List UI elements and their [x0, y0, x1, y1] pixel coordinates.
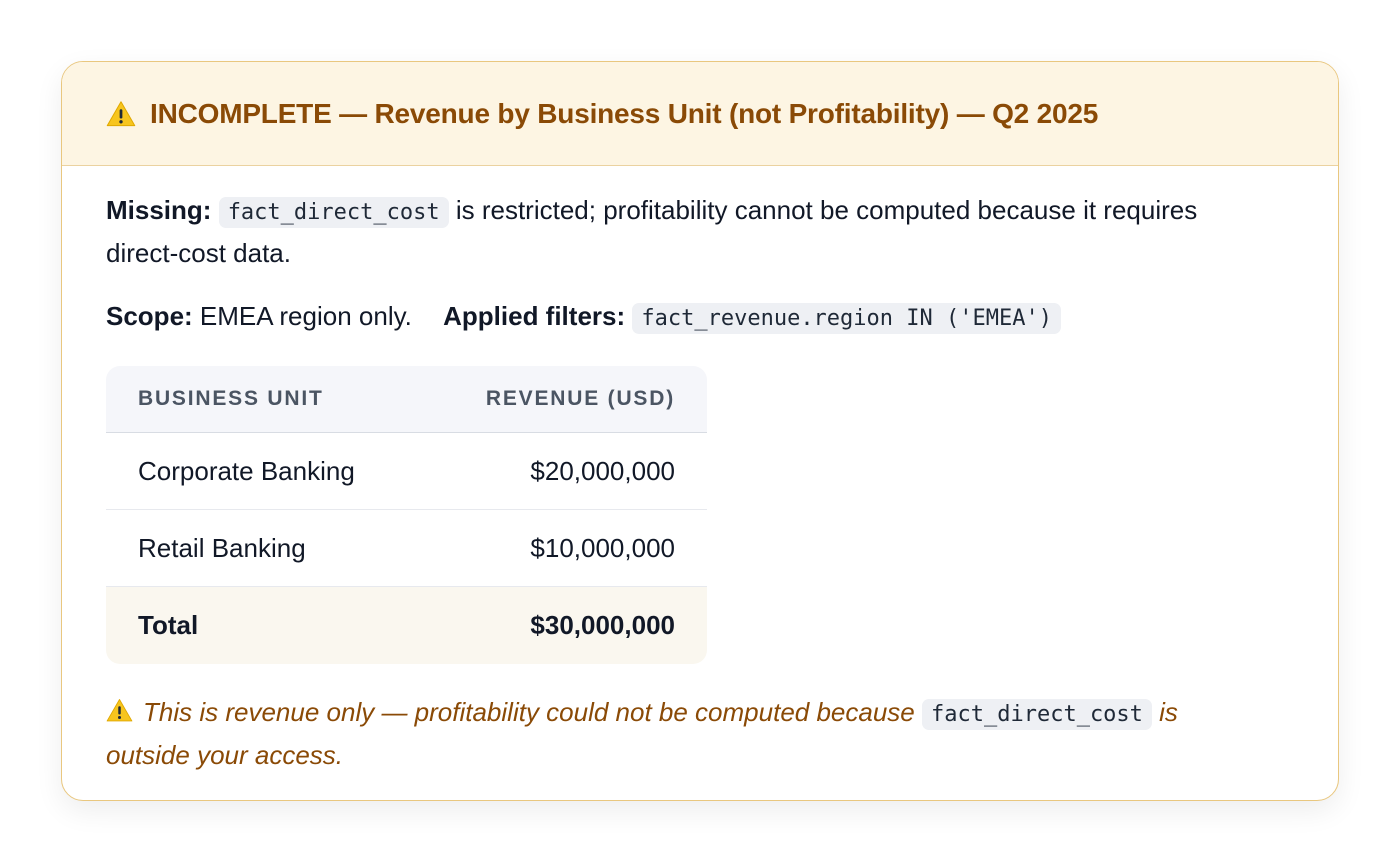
missing-notice: Missing: fact_direct_cost is restricted;… — [106, 190, 1216, 273]
note-table-code: fact_direct_cost — [922, 699, 1152, 730]
table-header-row: BUSINESS UNIT REVENUE (USD) — [106, 366, 707, 433]
revenue-only-note: This is revenue only — profitability cou… — [106, 692, 1236, 775]
business-unit-cell: Corporate Banking — [106, 433, 423, 510]
card-header: INCOMPLETE — Revenue by Business Unit (n… — [62, 62, 1338, 166]
table-row: Corporate Banking $20,000,000 — [106, 433, 707, 510]
applied-filters-code: fact_revenue.region IN ('EMEA') — [632, 303, 1061, 334]
applied-filters-label: Applied filters: — [443, 301, 626, 331]
revenue-cell: $10,000,000 — [422, 510, 707, 587]
scope-text: EMEA region only. — [199, 301, 412, 331]
missing-label: Missing: — [106, 195, 212, 225]
column-header-business-unit: BUSINESS UNIT — [106, 366, 423, 433]
note-text-before: This is revenue only — profitability cou… — [143, 697, 915, 727]
warning-icon — [106, 99, 136, 129]
table-row: Retail Banking $10,000,000 — [106, 510, 707, 587]
card-body: Missing: fact_direct_cost is restricted;… — [62, 166, 1338, 775]
missing-table-code: fact_direct_cost — [218, 197, 449, 228]
incomplete-report-card: INCOMPLETE — Revenue by Business Unit (n… — [61, 61, 1339, 801]
revenue-table: BUSINESS UNIT REVENUE (USD) Corporate Ba… — [106, 366, 707, 664]
business-unit-cell: Retail Banking — [106, 510, 423, 587]
column-header-revenue: REVENUE (USD) — [422, 366, 707, 433]
report-title: INCOMPLETE — Revenue by Business Unit (n… — [150, 97, 1099, 129]
total-revenue-cell: $30,000,000 — [422, 587, 707, 664]
revenue-cell: $20,000,000 — [422, 433, 707, 510]
warning-icon — [106, 697, 133, 724]
scope-line: Scope: EMEA region only. Applied filters… — [106, 296, 1294, 339]
scope-label: Scope: — [106, 301, 193, 331]
total-label-cell: Total — [106, 587, 423, 664]
table-total-row: Total $30,000,000 — [106, 587, 707, 664]
